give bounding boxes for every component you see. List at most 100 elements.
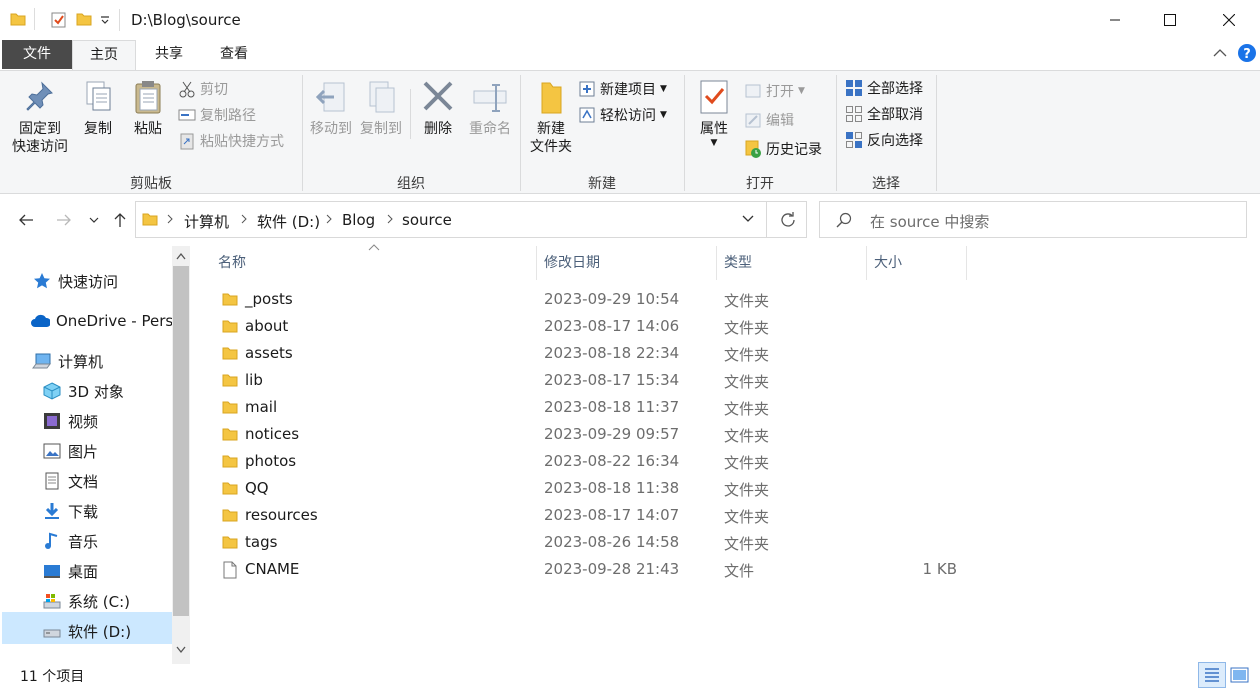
file-row[interactable]: resources 2023-08-17 14:07 文件夹	[218, 502, 978, 529]
file-name: mail	[245, 398, 278, 416]
open-button[interactable]: 打开 ▼	[744, 80, 805, 102]
column-header-size[interactable]: 大小	[866, 252, 966, 276]
large-icons-view-button[interactable]	[1230, 666, 1250, 684]
invert-selection-button[interactable]: 反向选择	[845, 129, 923, 151]
file-row[interactable]: notices 2023-09-29 09:57 文件夹	[218, 421, 978, 448]
history-button[interactable]: 历史记录	[744, 138, 822, 160]
file-row[interactable]: QQ 2023-08-18 11:38 文件夹	[218, 475, 978, 502]
properties-icon[interactable]	[50, 11, 68, 29]
address-bar[interactable]: 计算机 软件 (D:) Blog source	[135, 201, 807, 238]
file-row[interactable]: photos 2023-08-22 16:34 文件夹	[218, 448, 978, 475]
up-button[interactable]	[108, 208, 132, 232]
file-date: 2023-09-29 09:57	[544, 425, 680, 443]
sort-ascending-icon	[368, 244, 380, 251]
back-button[interactable]	[14, 208, 38, 232]
new-item-button[interactable]: 新建项目 ▼	[578, 78, 667, 100]
address-divider	[766, 202, 767, 237]
help-icon[interactable]: ?	[1237, 43, 1257, 63]
file-row[interactable]: about 2023-08-17 14:06 文件夹	[218, 313, 978, 340]
nav-item-onedrive[interactable]: OneDrive - Pers	[30, 306, 172, 336]
collapse-ribbon-icon[interactable]	[1213, 48, 1227, 58]
drive-d-icon	[42, 621, 62, 641]
file-type: 文件夹	[724, 346, 770, 364]
paste-shortcut-button[interactable]: 粘贴快捷方式	[178, 130, 284, 152]
tab-view[interactable]: 查看	[202, 40, 266, 69]
copy-to-button[interactable]: 复制到	[356, 79, 406, 138]
scroll-up-icon[interactable]	[176, 252, 186, 260]
column-header-name[interactable]: 名称	[210, 252, 536, 276]
select-none-button[interactable]: 全部取消	[845, 103, 923, 125]
tab-home[interactable]: 主页	[72, 40, 136, 71]
nav-pane-scrollbar[interactable]	[172, 246, 190, 664]
chevron-right-icon[interactable]	[386, 213, 394, 225]
pin-quick-access-button[interactable]: 固定到 快速访问	[8, 79, 72, 156]
column-header-date[interactable]: 修改日期	[536, 252, 716, 276]
copy-icon	[86, 81, 111, 111]
new-group-label: 新建	[588, 176, 616, 192]
file-row[interactable]: assets 2023-08-18 22:34 文件夹	[218, 340, 978, 367]
copy-path-icon	[178, 109, 196, 121]
properties-button[interactable]: 属性 ▼	[692, 79, 736, 148]
maximize-button[interactable]	[1141, 0, 1199, 40]
nav-item-music[interactable]: 音乐	[42, 526, 98, 556]
new-folder-icon	[541, 82, 562, 114]
nav-item-videos[interactable]: 视频	[42, 406, 98, 436]
copy-path-button[interactable]: 复制路径	[178, 104, 256, 126]
chevron-right-icon[interactable]	[166, 213, 174, 225]
edit-button[interactable]: 编辑	[744, 109, 794, 131]
tab-file[interactable]: 文件	[2, 40, 72, 69]
chevron-right-icon[interactable]	[325, 213, 333, 225]
nav-item-documents[interactable]: 文档	[42, 466, 98, 496]
refresh-icon[interactable]	[779, 211, 797, 229]
move-to-icon	[315, 82, 345, 112]
nav-item-3d-objects[interactable]: 3D 对象	[42, 376, 124, 406]
file-row[interactable]: CNAME 2023-09-28 21:43 文件 1 KB	[218, 556, 978, 583]
recent-locations-button[interactable]	[84, 208, 104, 232]
clipboard-group-label: 剪贴板	[130, 176, 172, 192]
rename-button[interactable]: 重命名	[462, 79, 518, 138]
nav-item-quick-access[interactable]: 快速访问	[32, 266, 118, 296]
video-icon	[42, 411, 62, 431]
cut-button[interactable]: 剪切	[178, 78, 228, 100]
copy-button[interactable]: 复制	[78, 79, 118, 138]
ribbon: 固定到 快速访问 复制 粘贴 剪切 复制路径 粘贴快捷方式 剪贴板 移动到 复制…	[0, 70, 1260, 194]
nav-item-drive-d[interactable]: 软件 (D:)	[42, 616, 131, 646]
close-button[interactable]	[1200, 0, 1258, 40]
delete-button[interactable]: 删除	[418, 79, 458, 138]
nav-item-computer[interactable]: 计算机	[32, 346, 103, 376]
nav-item-downloads[interactable]: 下载	[42, 496, 98, 526]
move-to-button[interactable]: 移动到	[306, 79, 356, 138]
scrollbar-thumb[interactable]	[173, 266, 189, 616]
new-folder-button[interactable]: 新建 文件夹	[524, 79, 578, 156]
breadcrumb-source[interactable]: source	[402, 211, 452, 229]
breadcrumb-blog[interactable]: Blog	[342, 211, 375, 229]
breadcrumb-computer[interactable]: 计算机	[184, 211, 229, 232]
easy-access-button[interactable]: 轻松访问 ▼	[578, 104, 667, 126]
details-view-button[interactable]	[1198, 662, 1226, 688]
column-separator[interactable]	[966, 246, 967, 280]
file-row[interactable]: mail 2023-08-18 11:37 文件夹	[218, 394, 978, 421]
folder-icon	[142, 211, 158, 227]
minimize-button[interactable]	[1086, 0, 1144, 40]
tab-share[interactable]: 共享	[137, 40, 201, 69]
select-all-button[interactable]: 全部选择	[845, 77, 923, 99]
computer-icon	[32, 351, 52, 371]
nav-item-pictures[interactable]: 图片	[42, 436, 98, 466]
new-folder-icon[interactable]	[76, 11, 92, 27]
nav-item-desktop[interactable]: 桌面	[42, 556, 98, 586]
search-box[interactable]: 在 source 中搜索	[819, 201, 1247, 238]
forward-button[interactable]	[52, 208, 76, 232]
invert-selection-icon	[846, 132, 862, 148]
chevron-right-icon[interactable]	[240, 213, 248, 225]
quick-access-dropdown-icon[interactable]	[100, 15, 110, 25]
breadcrumb-drive-d[interactable]: 软件 (D:)	[257, 211, 320, 232]
file-date: 2023-08-17 14:06	[544, 317, 680, 335]
column-header-type[interactable]: 类型	[716, 252, 866, 276]
file-row[interactable]: tags 2023-08-26 14:58 文件夹	[218, 529, 978, 556]
scroll-down-icon[interactable]	[176, 646, 186, 654]
file-row[interactable]: lib 2023-08-17 15:34 文件夹	[218, 367, 978, 394]
file-row[interactable]: _posts 2023-09-29 10:54 文件夹	[218, 286, 978, 313]
paste-button[interactable]: 粘贴	[128, 79, 168, 138]
address-history-dropdown-icon[interactable]	[742, 215, 754, 223]
delete-icon	[423, 81, 453, 111]
